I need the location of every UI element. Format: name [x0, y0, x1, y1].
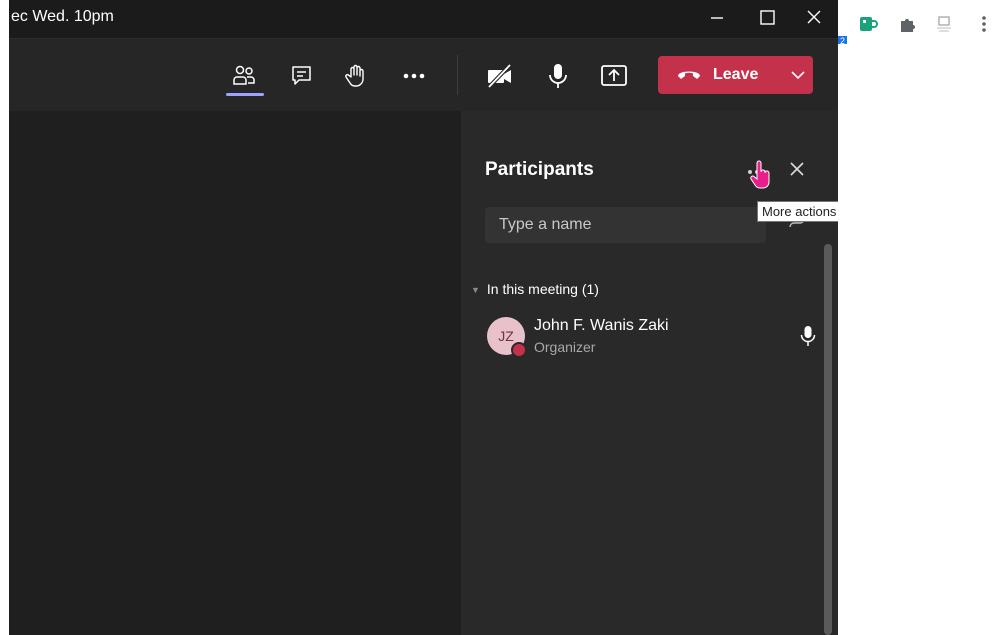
participant-role: Organizer: [534, 339, 596, 355]
window-titlebar: ec Wed. 10pm: [9, 0, 838, 39]
browser-menu-kebab-icon[interactable]: [974, 14, 994, 34]
show-conversation-button[interactable]: [287, 61, 317, 91]
share-content-button[interactable]: [599, 61, 629, 91]
caret-down-icon: ▼: [471, 285, 480, 295]
leave-main-button[interactable]: Leave: [658, 56, 776, 94]
search-placeholder: Type a name: [499, 216, 592, 233]
chevron-down-icon: [791, 71, 805, 80]
close-icon: [807, 10, 821, 24]
section-label: In this meeting (1): [486, 281, 599, 297]
people-icon: [233, 65, 255, 85]
share-screen-icon: [601, 65, 627, 86]
hand-pointer-cursor-icon: [748, 160, 774, 190]
microphone-icon: [549, 64, 567, 88]
raise-hand-button[interactable]: [341, 61, 371, 91]
meeting-stage: [9, 111, 461, 635]
extensions-puzzle-icon[interactable]: [898, 14, 918, 34]
leave-button[interactable]: Leave: [658, 56, 813, 94]
participants-panel: Participants Type a name ▼ In this meetin…: [461, 111, 838, 635]
hand-icon: [345, 64, 364, 87]
meeting-toolbar: Leave: [9, 39, 838, 111]
toolbar-divider: [457, 55, 458, 95]
maximize-icon: [760, 10, 775, 25]
maximize-button[interactable]: [753, 6, 781, 30]
mic-toggle-button[interactable]: [543, 61, 573, 91]
leave-options-dropdown[interactable]: [784, 56, 813, 94]
show-participants-button[interactable]: [230, 61, 260, 91]
browser-extension-bar: [838, 0, 1002, 45]
participant-search-input[interactable]: Type a name: [485, 207, 766, 243]
leave-label: Leave: [713, 66, 759, 83]
presence-badge: [511, 342, 527, 358]
participant-row[interactable]: JZ John F. Wanis Zaki Organizer: [485, 315, 816, 361]
in-meeting-section-header[interactable]: ▼ In this meeting (1): [471, 281, 599, 297]
participant-name: John F. Wanis Zaki: [534, 317, 669, 334]
close-window-button[interactable]: [800, 6, 828, 30]
close-panel-button[interactable]: [785, 157, 809, 181]
minimize-button[interactable]: [703, 6, 731, 30]
active-tab-indicator: [226, 93, 264, 96]
panel-scrollbar[interactable]: [824, 244, 832, 635]
more-actions-tooltip: More actions: [757, 201, 842, 222]
minimize-icon: [711, 17, 723, 19]
ellipsis-icon: [403, 73, 425, 79]
participant-mic-icon: [799, 325, 817, 347]
more-options-button[interactable]: [399, 61, 429, 91]
browser-page-area: [838, 44, 1002, 635]
window-title: ec Wed. 10pm: [11, 8, 114, 25]
extension-mug-icon[interactable]: [858, 14, 878, 34]
teams-meeting-window: ec Wed. 10pm Leave Participants Type a n…: [0, 0, 838, 635]
camera-off-icon: [487, 63, 512, 89]
extension-no-image-icon[interactable]: [934, 14, 954, 34]
panel-title: Participants: [485, 159, 594, 180]
chat-icon: [292, 66, 311, 85]
hang-up-icon: [676, 68, 702, 87]
close-icon: [790, 162, 804, 176]
desktop-edge: [0, 0, 9, 635]
camera-toggle-button[interactable]: [485, 61, 515, 91]
